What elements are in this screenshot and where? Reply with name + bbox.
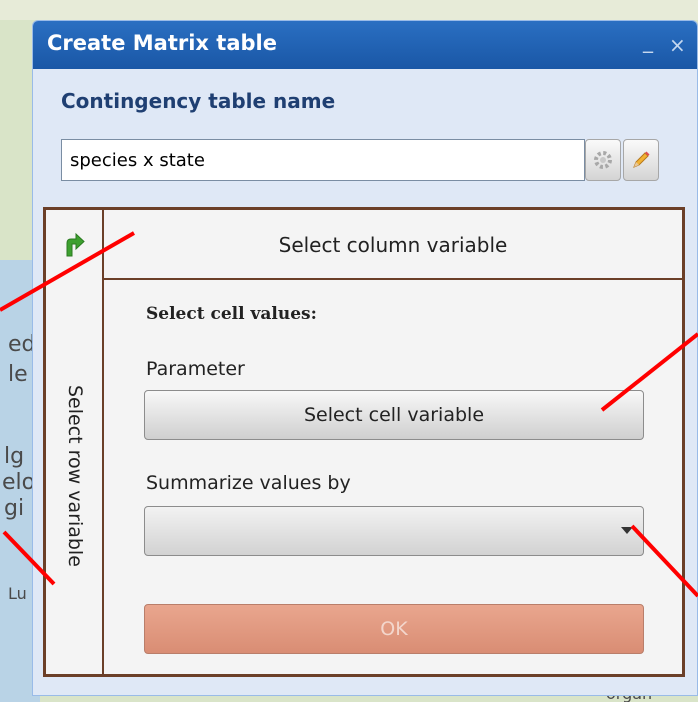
cell-values-heading: Select cell values:	[146, 304, 317, 324]
summarize-select[interactable]	[144, 506, 644, 556]
select-column-variable[interactable]: Select column variable	[104, 210, 682, 280]
map-label: elo	[2, 470, 36, 495]
close-button[interactable]: ×	[669, 33, 686, 57]
swap-arrow-icon	[66, 232, 85, 257]
swap-button[interactable]	[46, 210, 102, 280]
pencil-icon	[633, 151, 650, 168]
divider	[102, 280, 104, 674]
table-name-input[interactable]	[61, 139, 585, 181]
map-label: Lu	[8, 584, 27, 603]
chevron-down-icon	[621, 527, 633, 534]
edit-button[interactable]	[623, 139, 659, 181]
table-name-label: Contingency table name	[61, 89, 336, 113]
dialog-titlebar[interactable]: Create Matrix table _ ×	[33, 21, 697, 69]
map-label: lg	[4, 444, 25, 469]
map-label: gi	[4, 496, 25, 521]
summarize-label: Summarize values by	[146, 472, 351, 494]
gear-icon	[594, 151, 612, 169]
row-variable-label: Select row variable	[64, 385, 86, 567]
settings-button[interactable]	[585, 139, 621, 181]
map-label: le	[8, 362, 28, 387]
map-land	[0, 0, 698, 20]
create-matrix-dialog: Create Matrix table _ × Contingency tabl…	[32, 20, 698, 696]
matrix-panel: Select column variable Select row variab…	[43, 207, 685, 677]
ok-button[interactable]: OK	[144, 604, 644, 654]
minimize-button[interactable]: _	[643, 29, 653, 53]
select-row-variable[interactable]: Select row variable	[50, 280, 100, 672]
select-cell-variable-button[interactable]: Select cell variable	[144, 390, 644, 440]
dialog-title: Create Matrix table	[47, 31, 277, 55]
parameter-label: Parameter	[146, 358, 245, 380]
divider	[102, 278, 682, 280]
